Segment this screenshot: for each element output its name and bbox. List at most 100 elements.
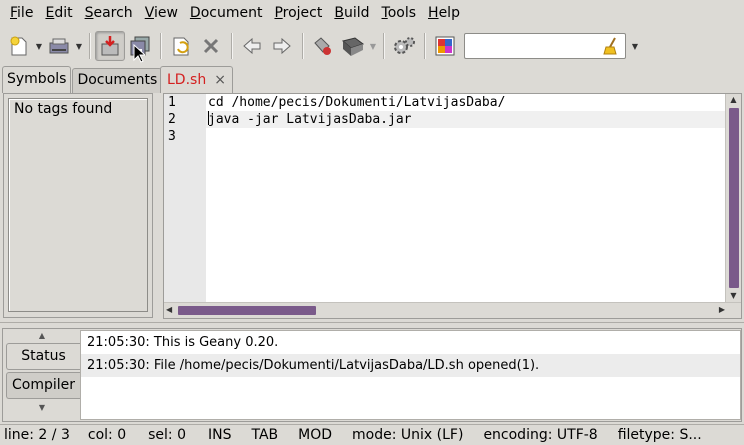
forward-button[interactable] — [267, 31, 297, 61]
toolbar-separator — [302, 33, 303, 59]
status-message-list[interactable]: 21:05:30: This is Geany 0.20. 21:05:30: … — [80, 330, 741, 420]
vertical-scroll-thumb[interactable] — [729, 108, 739, 288]
toolbar-separator — [383, 33, 384, 59]
menu-edit-label: dit — [54, 5, 73, 21]
sidebar-body: No tags found — [3, 93, 153, 318]
menu-view-label: iew — [153, 5, 178, 21]
forward-icon — [273, 37, 291, 55]
menu-bar: File Edit Search View Document Project B… — [0, 0, 744, 26]
line-number: 2 — [168, 112, 176, 127]
close-button[interactable] — [196, 31, 226, 61]
close-tab-icon[interactable]: × — [214, 72, 226, 88]
menu-view[interactable]: View — [139, 0, 184, 26]
vertical-scrollbar[interactable]: ▲ ▼ — [725, 94, 741, 302]
tab-documents[interactable]: Documents — [72, 68, 163, 93]
new-file-icon — [10, 36, 27, 56]
save-icon — [101, 36, 119, 56]
scroll-down-icon[interactable]: ▼ — [726, 290, 741, 302]
color-chooser-button[interactable] — [430, 31, 460, 61]
editor-tabs: LD.sh × — [160, 66, 744, 93]
no-tags-message: No tags found — [14, 101, 113, 117]
code-line-current[interactable]: java -jar LatvijasDaba.jar — [206, 111, 726, 128]
toolbar-separator — [160, 33, 161, 59]
line-number-gutter: 1 2 3 — [164, 94, 196, 302]
menu-view-mnemonic: V — [144, 5, 154, 21]
editor-tab-filename: LD.sh — [167, 72, 207, 88]
scroll-left-icon[interactable]: ◀ — [166, 305, 172, 314]
menu-document-mnemonic: D — [189, 5, 201, 21]
preferences-button[interactable] — [389, 31, 419, 61]
menu-project-mnemonic: P — [274, 5, 283, 21]
status-insert-mode: INS — [207, 427, 232, 443]
menu-help-mnemonic: H — [428, 5, 439, 21]
menu-search-label: earch — [93, 5, 133, 21]
status-modified: MOD — [298, 427, 333, 443]
code-line[interactable]: cd /home/pecis/Dokumenti/LatvijasDaba/ — [206, 94, 726, 111]
build-button[interactable] — [338, 31, 368, 61]
horizontal-scrollbar[interactable]: ◀ ▶ — [164, 302, 741, 318]
menu-document-label: ocument — [200, 5, 263, 21]
fold-margin[interactable] — [196, 94, 206, 302]
mouse-pointer-icon — [133, 44, 145, 63]
new-file-dropdown[interactable]: ▼ — [34, 31, 44, 61]
menu-help-label: elp — [438, 5, 460, 21]
new-file-button[interactable] — [4, 31, 34, 61]
clear-search-icon[interactable] — [603, 37, 619, 59]
menu-edit-mnemonic: E — [45, 5, 55, 21]
tab-symbols[interactable]: Symbols — [2, 66, 72, 93]
status-message[interactable]: 21:05:30: File /home/pecis/Dokumenti/Lat… — [81, 354, 740, 377]
compile-icon — [314, 37, 331, 55]
panel-splitter[interactable] — [0, 322, 744, 326]
menu-help[interactable]: Help — [422, 0, 466, 26]
open-file-dropdown[interactable]: ▼ — [74, 31, 84, 61]
save-button[interactable] — [95, 31, 125, 61]
menu-file-mnemonic: F — [10, 5, 18, 21]
status-sel: sel: 0 — [148, 427, 186, 443]
build-dropdown[interactable]: ▼ — [368, 31, 378, 61]
code-line[interactable] — [206, 128, 726, 145]
compile-button[interactable] — [308, 31, 338, 61]
menu-build-label: uild — [343, 5, 370, 21]
status-bar: line: 2 / 3 col: 0 sel: 0 INS TAB MOD mo… — [0, 424, 744, 445]
back-button[interactable] — [237, 31, 267, 61]
open-file-button[interactable] — [44, 31, 74, 61]
menu-tools-label: ools — [387, 5, 417, 21]
code-line-text: java -jar LatvijasDaba.jar — [208, 112, 412, 127]
menu-tools[interactable]: Tools — [376, 0, 423, 26]
tab-compiler[interactable]: Compiler — [6, 372, 80, 399]
menu-file-label: ile — [17, 5, 34, 21]
status-encoding: encoding: UTF-8 — [483, 427, 598, 443]
scroll-up-icon[interactable]: ▲ — [726, 94, 741, 106]
tab-status[interactable]: Status — [6, 343, 80, 370]
menu-build[interactable]: Build — [328, 0, 375, 26]
revert-button[interactable] — [166, 31, 196, 61]
menu-edit[interactable]: Edit — [39, 0, 78, 26]
preferences-icon — [394, 37, 415, 54]
search-dropdown[interactable]: ▼ — [630, 31, 640, 61]
editor-tab-ld-sh[interactable]: LD.sh × — [160, 66, 233, 93]
horizontal-scroll-thumb[interactable] — [178, 306, 316, 315]
open-file-icon — [49, 38, 69, 54]
status-col: col: 0 — [87, 427, 127, 443]
sidebar-tabs: Symbols Documents — [0, 66, 163, 93]
toolbar-separator — [89, 33, 90, 59]
line-number: 3 — [168, 129, 176, 144]
code-area[interactable]: cd /home/pecis/Dokumenti/LatvijasDaba/ j… — [206, 94, 726, 302]
code-editor[interactable]: 1 2 3 cd /home/pecis/Dokumenti/LatvijasD… — [163, 93, 742, 319]
status-line-endings: mode: Unix (LF) — [352, 427, 464, 443]
status-message[interactable]: 21:05:30: This is Geany 0.20. — [81, 331, 740, 354]
menu-document[interactable]: Document — [184, 0, 269, 26]
menu-file[interactable]: File — [4, 0, 39, 26]
toolbar: ▼ ▼ ▼ ▼ — [0, 27, 744, 65]
color-chooser-icon — [435, 36, 455, 56]
status-indent-mode: TAB — [251, 427, 279, 443]
tabs-scroll-down-icon[interactable]: ▼ — [3, 401, 81, 415]
toolbar-separator — [231, 33, 232, 59]
menu-search[interactable]: Search — [79, 0, 139, 26]
tabs-scroll-up-icon[interactable]: ▲ — [3, 329, 81, 343]
message-window: ▲ Status Compiler ▼ 21:05:30: This is Ge… — [2, 328, 742, 422]
symbol-list[interactable]: No tags found — [8, 98, 148, 312]
scroll-right-icon[interactable]: ▶ — [719, 305, 725, 314]
menu-project[interactable]: Project — [268, 0, 328, 26]
search-input[interactable] — [464, 33, 626, 59]
